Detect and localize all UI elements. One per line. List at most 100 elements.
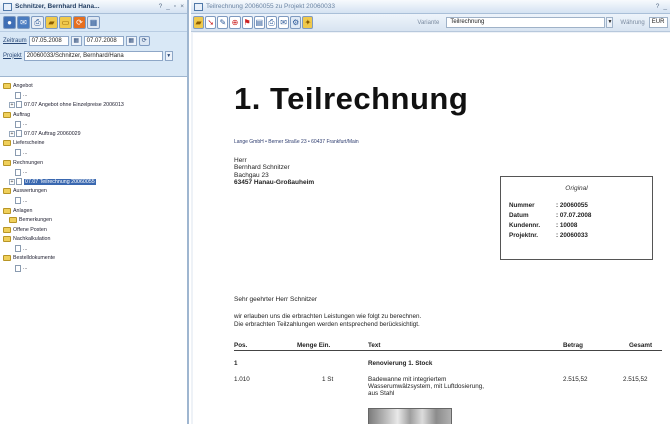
tree-node[interactable]: ... [3,263,184,273]
tree-node[interactable]: Auswertungen [3,187,184,197]
tree-node[interactable]: +07.07 Angebot ohne Einzelpreise 2006013 [3,100,184,110]
restore-button[interactable]: ▫ [174,3,176,10]
group-text: Renovierung 1. Stock [368,360,433,367]
tree-node[interactable]: ... [3,91,184,101]
header-text: Text [368,342,381,349]
close-button[interactable]: × [180,3,184,10]
tree-node-label: ... [23,121,28,128]
projekt-select[interactable]: 20060033/Schnitzer, Bernhard/Hana [23,50,163,61]
calendar-icon[interactable]: ▦ [125,35,137,46]
right-window-titlebar[interactable]: Teilrechnung 20060055 zu Projekt 2006003… [191,0,670,14]
invoice-heading: 1. Teilrechnung [234,81,469,116]
tree-node-label: ... [23,197,28,204]
tree-node-label: Nachkalkulation [13,236,51,243]
folder-icon [3,140,11,147]
folder-icon [3,226,11,233]
variante-select[interactable]: Teilrechnung [446,17,606,28]
folder-icon [3,188,11,195]
save-icon[interactable]: ▤ [253,16,265,29]
expand-icon[interactable]: + [9,178,15,185]
print-icon[interactable]: ⎙ [31,16,44,29]
tree-node[interactable]: ... [3,167,184,177]
flag-icon[interactable]: ⚑ [241,16,253,29]
folder-icon [3,236,11,243]
tree-node[interactable]: Anlagen [3,206,184,216]
edit-icon[interactable]: ✎ [217,16,229,29]
date-to-field[interactable]: 07.07.2008 [83,35,124,46]
expand-icon[interactable]: + [9,130,15,137]
chevron-down-icon[interactable]: ▼ [606,17,614,28]
tree-node[interactable]: Bemerkungen [3,215,184,225]
tree-node-label: ... [23,245,28,252]
tree-node[interactable]: Angebot [3,81,184,91]
project-explorer-pane: Schnitzer, Bernhard Hana... ? _ ▫ × ● ✉ … [0,0,189,424]
tree-node-label: Auswertungen [13,188,47,195]
tree-node[interactable]: Lieferscheine [3,139,184,149]
waehrung-field[interactable]: EUR [648,17,669,28]
recipient-address: Herr Bernhard Schnitzer Bachgau 23 63457… [234,157,314,186]
tree-node-label: Bemerkungen [19,217,52,224]
document-icon [15,264,21,272]
projekt-label: Projekt [3,52,22,59]
help-button[interactable]: ? [159,3,163,10]
minimize-button[interactable]: _ [166,3,170,10]
tree-node[interactable]: Auftrag [3,110,184,120]
datum-label: Datum [509,212,529,219]
tree-node[interactable]: Rechnungen [3,158,184,168]
tree-node-label: ... [23,149,28,156]
item-menge: 1 St [322,376,334,383]
item-pos: 1.010 [234,376,250,383]
tree-node-label: 07.07 Angebot ohne Einzelpreise 2006013 [24,101,124,108]
folder-icon [3,111,11,118]
folder-icon [3,255,11,262]
tree-node[interactable]: ... [3,148,184,158]
date-from-field[interactable]: 07.05.2008 [28,35,69,46]
tree-node[interactable]: ... [3,244,184,254]
tree-node[interactable]: ... [3,196,184,206]
refresh-icon[interactable]: ⟳ [138,35,150,46]
tree-node-label: Rechnungen [13,159,44,166]
mail-icon[interactable]: ✉ [17,16,30,29]
tree-node[interactable]: ... [3,119,184,129]
tree-node[interactable]: Offene Posten [3,225,184,235]
open-icon[interactable]: ▰ [193,16,205,29]
nummer-label: Nummer [509,202,535,209]
left-window-titlebar[interactable]: Schnitzer, Bernhard Hana... ? _ ▫ × [0,0,187,14]
chevron-down-icon[interactable]: ▼ [164,50,173,61]
invoice-page: 1. Teilrechnung Lange GmbH • Berner Stra… [193,33,670,424]
document-icon [16,178,22,186]
kundennr-row: Kundennr. : 10008 [509,222,577,229]
grid-icon[interactable]: ▦ [87,16,100,29]
folder-icon[interactable]: ▭ [59,16,72,29]
document-icon [15,245,21,253]
info-icon[interactable]: ● [3,16,16,29]
document-icon [15,149,21,157]
zoom-icon[interactable]: ⊕ [229,16,241,29]
recipient-city: 63457 Hanau-Großauheim [234,178,315,186]
arrow-icon[interactable]: ➘ [205,16,217,29]
invoice-info-box: Original Nummer : 20060055 Datum : 07.07… [500,176,653,260]
print-icon[interactable]: ⎙ [265,16,277,29]
calendar-icon[interactable]: ▦ [70,35,82,46]
minimize-button[interactable]: _ [663,3,667,10]
settings-icon[interactable]: ⚙ [290,16,302,29]
tree-node[interactable]: +07.07 Teilrechnung 20060055 [3,177,184,187]
project-document-tree[interactable]: Angebot... +07.07 Angebot ohne Einzelprei… [0,76,187,424]
refresh-icon[interactable]: ⟳ [73,16,86,29]
header-menge: Menge Ein. [297,342,331,349]
expand-icon[interactable]: + [9,101,15,108]
right-window-title: Teilrechnung 20060055 zu Projekt 2006003… [206,3,336,10]
tree-node[interactable]: Bestelldokumente [3,254,184,264]
help-button[interactable]: ? [656,3,660,10]
document-icon [16,101,22,109]
waehrung-label: Währung [620,19,645,26]
tree-node[interactable]: Nachkalkulation [3,235,184,245]
mail-icon[interactable]: ✉ [277,16,290,29]
left-window-title: Schnitzer, Bernhard Hana... [15,3,100,10]
tree-node[interactable]: +07.07 Auftrag 20060029 [3,129,184,139]
document-icon [15,91,21,99]
lightbulb-icon[interactable]: ✦ [302,16,314,29]
tree-node-label: ... [23,265,28,272]
kundennr-value: : 10008 [556,222,578,229]
folder-open-icon[interactable]: ▰ [45,16,58,29]
